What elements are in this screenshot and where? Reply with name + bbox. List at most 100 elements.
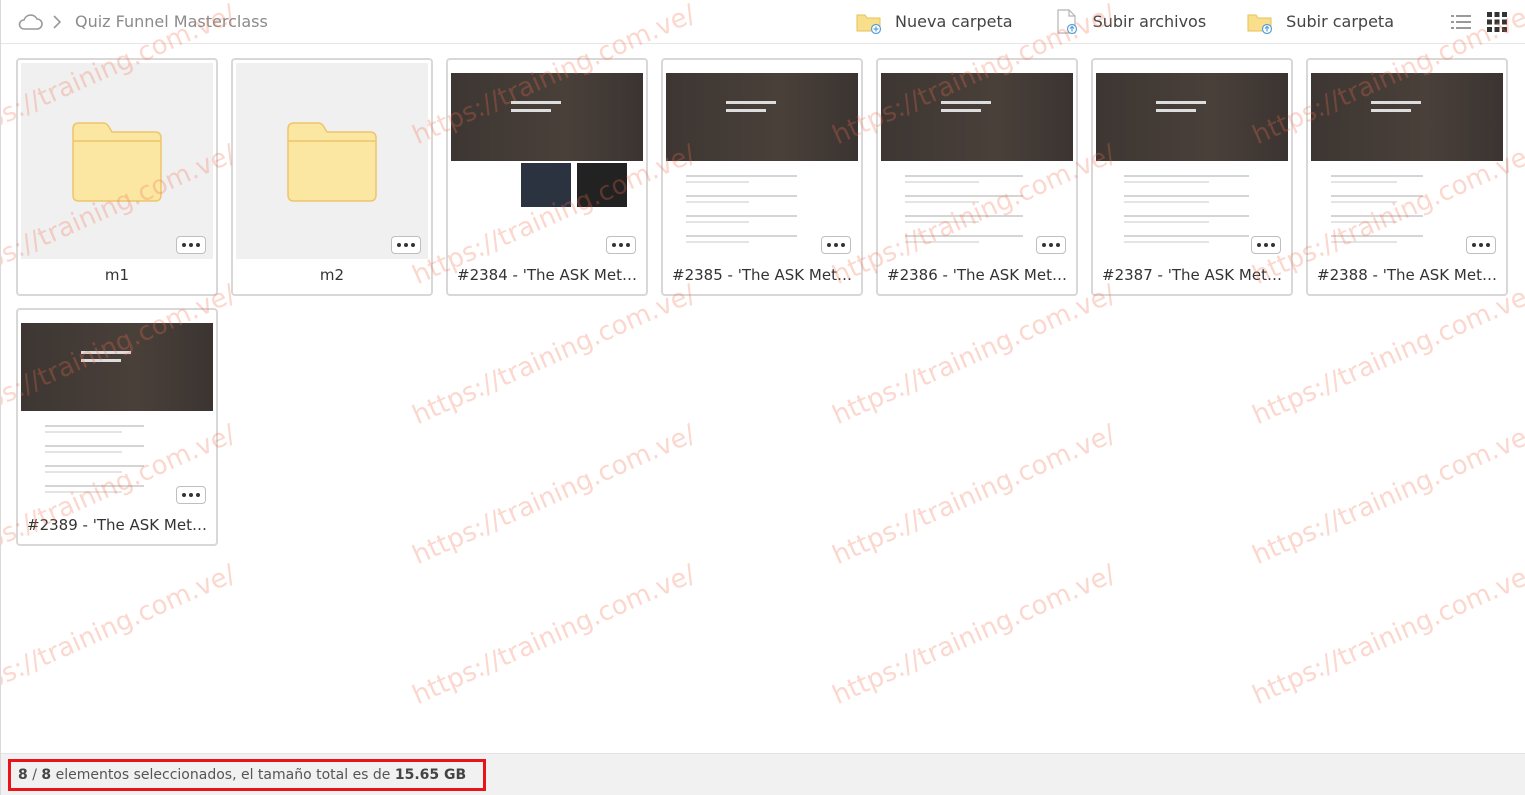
more-dot	[196, 493, 200, 497]
breadcrumb: Quiz Funnel Masterclass	[1, 0, 268, 44]
folder-card[interactable]: m1	[16, 58, 218, 296]
file-thumbnail	[1311, 63, 1503, 259]
more-dot	[189, 243, 193, 247]
status-bar: 8 / 8 elementos seleccionados, el tamaño…	[1, 753, 1525, 795]
more-dot	[196, 243, 200, 247]
more-dot	[404, 243, 408, 247]
more-dot	[841, 243, 845, 247]
file-card[interactable]: #2389 - 'The ASK Met…	[16, 308, 218, 546]
file-card[interactable]: #2386 - 'The ASK Met…	[876, 58, 1078, 296]
more-dot	[1042, 243, 1046, 247]
watermark-text: https://training.com.ve/	[828, 559, 1120, 711]
document-preview	[451, 63, 643, 259]
chevron-right-icon	[53, 14, 61, 29]
item-name: #2384 - 'The ASK Met…	[457, 266, 637, 284]
watermark-text: https://training.com.ve/	[1248, 279, 1525, 431]
grid-view-icon[interactable]	[1486, 11, 1508, 33]
file-thumbnail	[21, 313, 213, 509]
item-name: m1	[104, 266, 130, 284]
watermark-text: https://training.com.ve/	[408, 279, 700, 431]
document-preview	[1096, 63, 1288, 259]
toolbar: Quiz Funnel Masterclass Nueva carpeta Su…	[1, 0, 1525, 44]
folder-card[interactable]: m2	[231, 58, 433, 296]
more-dot	[1264, 243, 1268, 247]
item-name: #2388 - 'The ASK Met…	[1317, 266, 1497, 284]
document-preview	[881, 63, 1073, 259]
file-thumbnail	[666, 63, 858, 259]
more-dot	[1486, 243, 1490, 247]
view-toggle	[1436, 11, 1508, 33]
total-size: 15.65 GB	[394, 767, 467, 783]
item-name: #2389 - 'The ASK Met…	[27, 516, 207, 534]
more-dot	[1049, 243, 1053, 247]
upload-folder-label: Subir carpeta	[1286, 12, 1394, 31]
more-dot	[1271, 243, 1275, 247]
file-thumbnail	[1096, 63, 1288, 259]
selection-summary: 8 / 8 elementos seleccionados, el tamaño…	[8, 759, 486, 791]
upload-files-button[interactable]: Subir archivos	[1053, 8, 1207, 36]
more-options-button[interactable]	[1466, 236, 1496, 254]
more-dot	[411, 243, 415, 247]
more-dot	[189, 493, 193, 497]
new-folder-button[interactable]: Nueva carpeta	[855, 8, 1013, 36]
folder-thumbnail	[21, 63, 213, 259]
more-dot	[397, 243, 401, 247]
more-options-button[interactable]	[176, 486, 206, 504]
more-dot	[1257, 243, 1261, 247]
upload-folder-button[interactable]: Subir carpeta	[1246, 8, 1394, 36]
breadcrumb-current[interactable]: Quiz Funnel Masterclass	[75, 12, 268, 31]
item-name: #2385 - 'The ASK Met…	[672, 266, 852, 284]
watermark-text: https://training.com.ve/	[408, 559, 700, 711]
cloud-icon[interactable]	[17, 13, 43, 31]
more-options-button[interactable]	[821, 236, 851, 254]
more-dot	[1479, 243, 1483, 247]
more-dot	[1472, 243, 1476, 247]
file-card[interactable]: #2384 - 'The ASK Met…	[446, 58, 648, 296]
toolbar-actions: Nueva carpeta Subir archivos Subir carpe…	[815, 0, 1525, 44]
new-folder-label: Nueva carpeta	[895, 12, 1013, 31]
list-view-icon[interactable]	[1450, 11, 1472, 33]
watermark-text: https://training.com.ve/	[1248, 559, 1525, 711]
count-separator: /	[27, 767, 42, 783]
file-browser: Quiz Funnel Masterclass Nueva carpeta Su…	[0, 0, 1525, 795]
upload-folder-icon	[1246, 8, 1274, 36]
item-name: m2	[319, 266, 345, 284]
upload-file-icon	[1053, 8, 1081, 36]
watermark-text: https://training.com.ve/	[828, 279, 1120, 431]
more-dot	[619, 243, 623, 247]
folder-icon	[286, 121, 378, 207]
more-dot	[1056, 243, 1060, 247]
watermark-text: https://training.com.ve/	[408, 419, 700, 571]
file-card[interactable]: #2385 - 'The ASK Met…	[661, 58, 863, 296]
more-options-button[interactable]	[391, 236, 421, 254]
more-options-button[interactable]	[1036, 236, 1066, 254]
more-dot	[182, 493, 186, 497]
document-preview	[21, 313, 213, 509]
document-preview	[666, 63, 858, 259]
more-options-button[interactable]	[1251, 236, 1281, 254]
file-thumbnail	[881, 63, 1073, 259]
more-dot	[626, 243, 630, 247]
watermark-text: https://training.com.ve/	[828, 419, 1120, 571]
total-count: 8	[41, 767, 52, 783]
more-dot	[612, 243, 616, 247]
more-dot	[182, 243, 186, 247]
selection-text: elementos seleccionados, el tamaño total…	[51, 767, 395, 783]
more-dot	[834, 243, 838, 247]
folder-icon	[71, 121, 163, 207]
upload-files-label: Subir archivos	[1092, 12, 1207, 31]
more-dot	[827, 243, 831, 247]
watermark-text: https://training.com.ve/	[1248, 419, 1525, 571]
file-thumbnail	[451, 63, 643, 259]
more-options-button[interactable]	[606, 236, 636, 254]
item-name: #2386 - 'The ASK Met…	[887, 266, 1067, 284]
file-card[interactable]: #2388 - 'The ASK Met…	[1306, 58, 1508, 296]
more-options-button[interactable]	[176, 236, 206, 254]
document-preview	[1311, 63, 1503, 259]
file-card[interactable]: #2387 - 'The ASK Met…	[1091, 58, 1293, 296]
folder-thumbnail	[236, 63, 428, 259]
watermark-text: https://training.com.ve/	[1, 559, 240, 711]
new-folder-icon	[855, 8, 883, 36]
selected-count: 8	[18, 767, 28, 783]
item-name: #2387 - 'The ASK Met…	[1102, 266, 1282, 284]
